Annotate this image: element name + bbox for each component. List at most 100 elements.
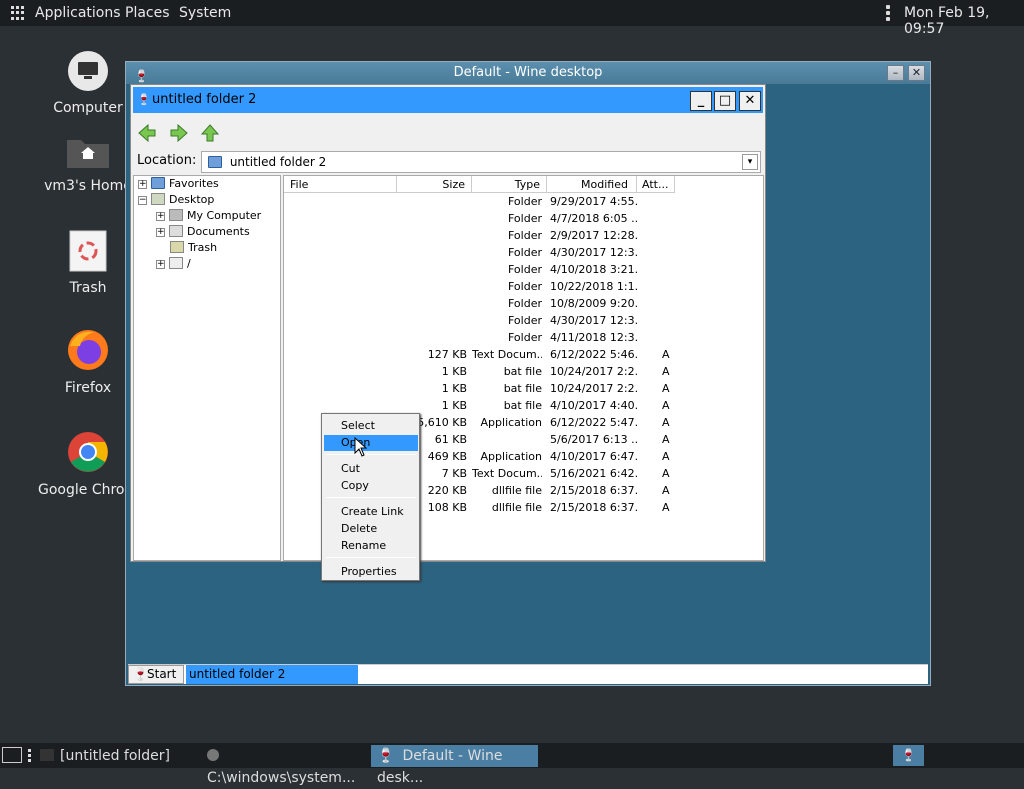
applications-menu[interactable]: Applications [35, 5, 121, 21]
tree-label: Favorites [169, 177, 219, 190]
file-modified: 10/24/2017 2:2... [550, 365, 637, 378]
tree-label: My Computer [187, 209, 262, 222]
file-row[interactable]: mapsFolder4/10/2018 3:21... [284, 261, 763, 278]
column-header-modified[interactable]: Modified [547, 176, 637, 193]
file-row[interactable]: sysFolder4/11/2018 12:3... [284, 329, 763, 346]
menu-separator [326, 454, 416, 455]
close-button[interactable]: ✕ [739, 91, 761, 111]
menu-item-select[interactable]: Select [324, 418, 418, 434]
up-arrow-icon[interactable] [200, 123, 220, 143]
task-label: [untitled folder] [60, 748, 171, 764]
task-cmd[interactable]: C:\windows\system... [207, 745, 367, 786]
location-combobox[interactable]: untitled folder 2 ▾ [201, 151, 761, 173]
expand-icon[interactable]: + [156, 211, 165, 221]
wine-task-explorer[interactable]: untitled folder 2 [186, 665, 358, 684]
show-desktop-icon[interactable] [2, 747, 22, 763]
file-type: bat file [503, 399, 542, 412]
tree-item-documents[interactable]: + Documents [156, 224, 250, 240]
window-icon [40, 749, 54, 761]
wine-glass-icon: 🍷 [137, 93, 151, 106]
column-header-attributes[interactable]: Att... [637, 176, 675, 193]
folder-icon [151, 177, 165, 189]
wine-close-button[interactable]: ✕ [908, 65, 925, 81]
system-menu[interactable]: System [179, 5, 231, 21]
collapse-icon[interactable]: − [138, 195, 147, 205]
tree-item-favorites[interactable]: + Favorites [138, 176, 219, 192]
file-modified: 10/22/2018 1:1... [550, 280, 637, 293]
chrome-icon [68, 432, 108, 472]
menu-item-delete[interactable]: Delete [324, 521, 418, 537]
file-row[interactable]: helpFolder2/9/2017 12:28... [284, 227, 763, 244]
file-row[interactable]: modsFolder10/22/2018 1:1... [284, 278, 763, 295]
file-attributes: A [662, 467, 670, 480]
wine-minimize-button[interactable]: – [887, 65, 904, 81]
file-type: dllfile file [491, 484, 542, 497]
file-attributes: A [662, 484, 670, 497]
computer-icon [169, 209, 183, 221]
expand-icon[interactable]: + [156, 259, 165, 269]
file-modified: 4/30/2017 12:3... [550, 246, 637, 259]
menu-item-rename[interactable]: Rename [324, 538, 418, 554]
apps-grid-icon[interactable] [11, 6, 25, 20]
expand-icon[interactable]: + [138, 179, 147, 189]
context-menu: Select Open Cut Copy Create Link Delete … [321, 413, 420, 581]
task-wine-desktop[interactable]: 🍷 Default - Wine desk... [371, 745, 538, 786]
file-modified: 10/24/2017 2:2... [550, 382, 637, 395]
desktop-icon-label: Computer [53, 100, 123, 116]
menu-item-copy[interactable]: Copy [324, 478, 418, 494]
file-row[interactable]: botsFolder9/29/2017 4:55... [284, 193, 763, 210]
maximize-button[interactable]: □ [714, 91, 736, 111]
desktop-icon-trash[interactable]: Trash [38, 230, 138, 296]
file-row[interactable]: screensFolder10/8/2009 9:20... [284, 295, 763, 312]
file-type: bat file [503, 365, 542, 378]
forward-arrow-icon[interactable] [169, 123, 189, 143]
wine-start-button[interactable]: 🍷 Start [128, 665, 184, 684]
wine-glass-icon: 🍷 [133, 667, 148, 681]
file-type: bat file [503, 382, 542, 395]
file-row[interactable]: gfxFolder4/7/2018 6:05 ... [284, 210, 763, 227]
desktop-icon-chrome[interactable]: Google Chrome [38, 430, 138, 498]
tree-item-desktop[interactable]: − Desktop [138, 192, 214, 208]
location-label: Location: [137, 153, 197, 168]
tree-item-my-computer[interactable]: + My Computer [156, 208, 261, 224]
column-header-size[interactable]: Size [397, 176, 472, 193]
kebab-icon[interactable] [28, 749, 32, 762]
desktop-icon-firefox[interactable]: Firefox [38, 328, 138, 396]
file-row[interactable]: logosFolder4/30/2017 12:3... [284, 244, 763, 261]
column-header-type[interactable]: Type [472, 176, 547, 193]
menu-item-properties[interactable]: Properties [324, 564, 418, 580]
file-row[interactable]: CS2D -directx.bat1 KBbat file10/24/2017 … [284, 363, 763, 380]
back-arrow-icon[interactable] [137, 123, 157, 143]
task-untitled-folder[interactable]: [untitled folder] [40, 745, 200, 767]
tree-item-root[interactable]: + / [156, 256, 191, 272]
folder-icon [208, 156, 222, 168]
minimize-button[interactable]: _ [690, 91, 712, 111]
file-row[interactable]: CS2D -fullscree...1 KBbat file10/24/2017… [284, 380, 763, 397]
file-modified: 5/16/2021 6:42... [550, 467, 637, 480]
desktop-icon-home[interactable]: vm3's Home [38, 134, 138, 194]
file-row[interactable]: CS2D -fullscree...1 KBbat file4/10/2017 … [284, 397, 763, 414]
desktop-icon-computer[interactable]: Computer [38, 50, 138, 116]
file-type: Text Docum... [472, 348, 542, 361]
tree-item-trash[interactable]: Trash [170, 240, 217, 256]
tray-wine-icon[interactable]: 🍷 [893, 745, 924, 766]
wine-titlebar[interactable]: 🍷 Default - Wine desktop – ✕ [126, 62, 930, 84]
location-value: untitled folder 2 [229, 155, 327, 169]
explorer-titlebar[interactable]: 🍷 untitled folder 2 _ □ ✕ [133, 87, 763, 113]
file-row[interactable]: Changelog.txt127 KBText Docum...6/12/202… [284, 346, 763, 363]
column-header-file[interactable]: File [284, 176, 397, 193]
clock[interactable]: Mon Feb 19, 09:57 [904, 5, 1024, 37]
computer-icon [68, 51, 108, 91]
wine-glass-icon: 🍷 [377, 748, 395, 764]
chevron-down-icon[interactable]: ▾ [742, 154, 758, 170]
menu-item-cut[interactable]: Cut [324, 461, 418, 477]
file-type: dllfile file [491, 501, 542, 514]
file-type: Folder [508, 297, 542, 310]
menu-item-create-link[interactable]: Create Link [324, 504, 418, 520]
file-modified: 4/10/2017 4:40... [550, 399, 637, 412]
places-menu[interactable]: Places [125, 5, 170, 21]
kebab-icon[interactable] [886, 5, 890, 21]
file-row[interactable]: sfxFolder4/30/2017 12:3... [284, 312, 763, 329]
expand-icon[interactable]: + [156, 227, 165, 237]
menu-item-open[interactable]: Open [324, 435, 418, 451]
